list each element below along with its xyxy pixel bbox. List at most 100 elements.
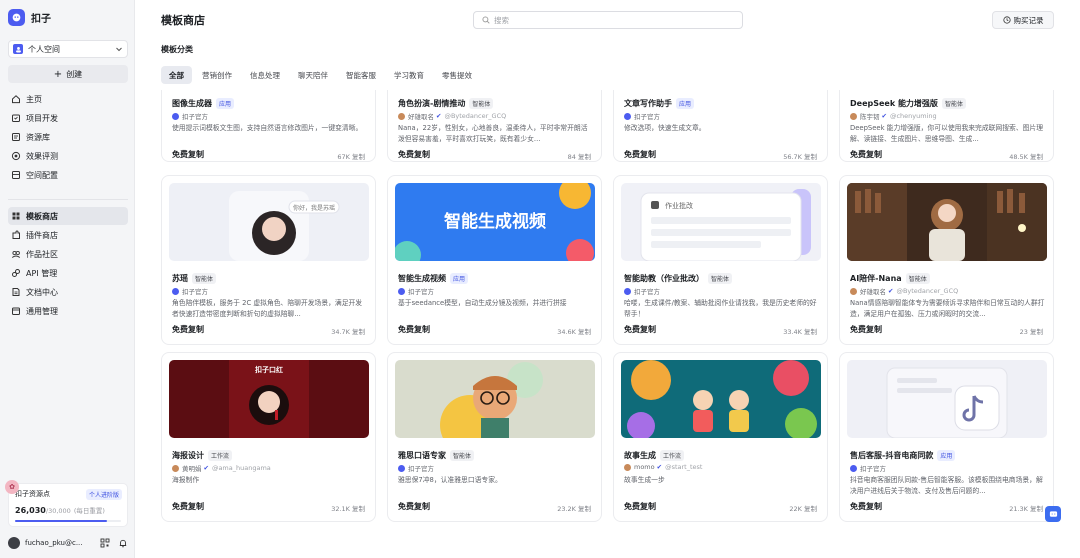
author-name: 扣子官方 [182,113,208,121]
user-icon [13,44,23,54]
user-name[interactable]: fuchao_pku@c... [25,539,92,547]
template-title-row: 文章写作助手 应用 [624,98,695,109]
author-avatar [398,464,405,472]
author-avatar [850,287,857,295]
template-card[interactable]: 作业批改 智能助教（作业批改） 智能体 扣子官方 哈喽，生成课件/教案、辅助批阅作业请找… [613,175,828,345]
author-name: 好雄取名 [408,113,434,121]
author-avatar [624,287,631,295]
template-title-row: 售后客服-抖音电商同款 应用 [850,450,956,461]
sidebar-item-api[interactable]: API 管理 [8,264,128,282]
tab-3[interactable]: 聊天陪伴 [290,66,336,84]
purchase-label: 购买记录 [1013,15,1044,25]
template-card[interactable]: 雅思口语专家 智能体 扣子官方 雅思保7冲8，认准雅思口语专家。 免费复制 23.2K 复… [387,352,602,522]
template-price: 免费复制 [850,502,882,511]
sidebar-item-community[interactable]: 作品社区 [8,245,128,263]
template-copy-count: 67K 复制 [337,153,365,161]
template-copy-count: 23.2K 复制 [557,505,591,513]
resource-note: (每日重置) [73,507,105,515]
sidebar-item-template-store[interactable]: 模板商店 [8,207,128,225]
chat-support-button[interactable] [1045,506,1061,522]
sidebar-item-space-settings[interactable]: 空间配置 [8,166,128,184]
template-card[interactable]: 文章写作助手 应用 扣子官方 修改选项，快速生成文章。 免费复制 56.7K 复制 [613,90,828,162]
space-label: 个人空间 [28,44,60,54]
qrcode-icon[interactable] [100,538,110,548]
template-thumbnail: 智能生成视频 [395,183,595,261]
svg-text:智能生成视频: 智能生成视频 [444,211,546,232]
sidebar-item-library[interactable]: 资源库 [8,128,128,146]
tab-0[interactable]: 全部 [161,66,192,84]
sidebar-item-label: 插件商店 [26,230,58,240]
template-card[interactable]: 智能生成视频 智能生成视频 应用 扣子官方 基于seedance模型，自动生成分镜及视频… [387,175,602,345]
assistant-avatar-icon[interactable]: ✿ [5,480,19,494]
template-card[interactable]: DeepSeek 能力增强版 智能体 陈宇韧 ✔ @chenyuming DeepSeek… [839,90,1054,162]
sidebar-item-label: 文档中心 [26,287,58,297]
template-title: 海报设计 [172,451,204,460]
search-input[interactable]: 搜索 [473,11,743,29]
author-avatar [850,464,857,472]
store-icon [11,211,21,221]
bell-icon[interactable] [118,538,128,548]
template-description: 抖音电商客服团队同款-售后智能客服。该模板围绕电商场景，解决用户进线后关于物流、… [850,476,1043,495]
nav-top: 主页 项目开发 资源库 效果评测 空间配置 [8,90,128,185]
author-avatar [398,287,405,295]
template-card[interactable]: 故事生成 工作流 momo ✔ @start_test 故事生成一步 免费复制 22K 复制 [613,352,828,522]
template-copy-count: 22K 复制 [789,505,817,513]
template-author: 好雄取名 ✔ @Bytedancer_GCQ [850,286,958,296]
author-handle: @Bytedancer_GCQ [444,112,507,120]
sidebar-item-docs[interactable]: 文档中心 [8,283,128,301]
template-price: 免费复制 [850,150,882,159]
template-description: 角色陪伴模板，服务于 2C 虚拟角色、陪聊开发场景，满足开发者快速打造带密度判断… [172,299,363,318]
template-title-row: 苏瑶 智能体 [172,273,217,284]
coze-logo-icon [8,9,25,26]
sidebar-item-label: 作品社区 [26,249,58,259]
tab-5[interactable]: 学习教育 [386,66,432,84]
template-author: 陈宇韧 ✔ @chenyuming [850,111,937,121]
author-avatar [172,287,179,295]
verified-icon: ✔ [656,463,663,471]
verified-icon: ✔ [436,112,442,120]
template-card[interactable]: AI陪伴-Nana 智能体 好雄取名 ✔ @Bytedancer_GCQ Nana情感陪聊… [839,175,1054,345]
sidebar-item-home[interactable]: 主页 [8,90,128,108]
template-thumbnail [847,360,1047,438]
brand[interactable]: 扣子 [8,9,51,26]
search-placeholder: 搜索 [494,15,509,25]
tab-1[interactable]: 营销创作 [194,66,240,84]
template-author: 扣子官方 [172,286,208,296]
tab-4[interactable]: 智能客服 [338,66,384,84]
template-title: 文章写作助手 [624,99,672,108]
verified-icon: ✔ [203,464,209,472]
author-avatar [172,112,179,120]
template-title: 苏瑶 [172,274,188,283]
tab-6[interactable]: 零售提效 [434,66,480,84]
template-price: 免费复制 [624,502,656,511]
template-title: 雅思口语专家 [398,451,446,460]
sidebar-item-plugin-store[interactable]: 插件商店 [8,226,128,244]
template-card[interactable]: 扣子口红 海报设计 工作流 黄明娟 ✔ @ama_huangama 海报制作 免费复制 32.1… [161,352,376,522]
author-name: 扣子官方 [634,113,660,121]
template-card[interactable]: 角色扮演-剧情推动 智能体 好雄取名 ✔ @Bytedancer_GCQ Nana，22岁… [387,90,602,162]
resource-points-card[interactable]: 扣子资源点 个人进阶版 26,030/30,000 (每日重置) [8,483,128,527]
template-description: 海报制作 [172,476,200,484]
sidebar-item-label: 项目开发 [26,113,58,123]
create-button[interactable]: + 创建 [8,65,128,83]
template-price: 免费复制 [398,150,430,159]
author-name: 扣子官方 [182,288,208,296]
template-card[interactable]: 售后客服-抖音电商同款 应用 扣子官方 抖音电商客服团队同款-售后智能客服。该模板围绕… [839,352,1054,522]
sidebar-item-general-manage[interactable]: 通用管理 [8,302,128,320]
avatar[interactable] [8,537,20,549]
template-card[interactable]: 你好，我是苏瑶 苏瑶 智能体 扣子官方 角色陪伴模板，服务于 2C 虚拟角色、陪聊开发场… [161,175,376,345]
template-title: 图像生成器 [172,99,212,108]
template-card[interactable]: 图像生成器 应用 扣子官方 使用提示词模板文生图，支持自然语言修改图片，一键变清晰。免… [161,90,376,162]
tab-2[interactable]: 信息处理 [242,66,288,84]
template-author: 好雄取名 ✔ @Bytedancer_GCQ [398,111,506,121]
resource-progress-bar [15,520,121,522]
purchase-history-button[interactable]: 购买记录 [992,11,1054,29]
project-icon [11,113,21,123]
sidebar-item-evaluation[interactable]: 效果评测 [8,147,128,165]
space-selector[interactable]: 个人空间 [8,40,128,58]
author-avatar [624,463,631,471]
template-description: 雅思保7冲8，认准雅思口语专家。 [398,476,502,484]
template-type-badge: 工作流 [208,450,233,461]
template-thumbnail [847,183,1047,261]
sidebar-item-projects[interactable]: 项目开发 [8,109,128,127]
